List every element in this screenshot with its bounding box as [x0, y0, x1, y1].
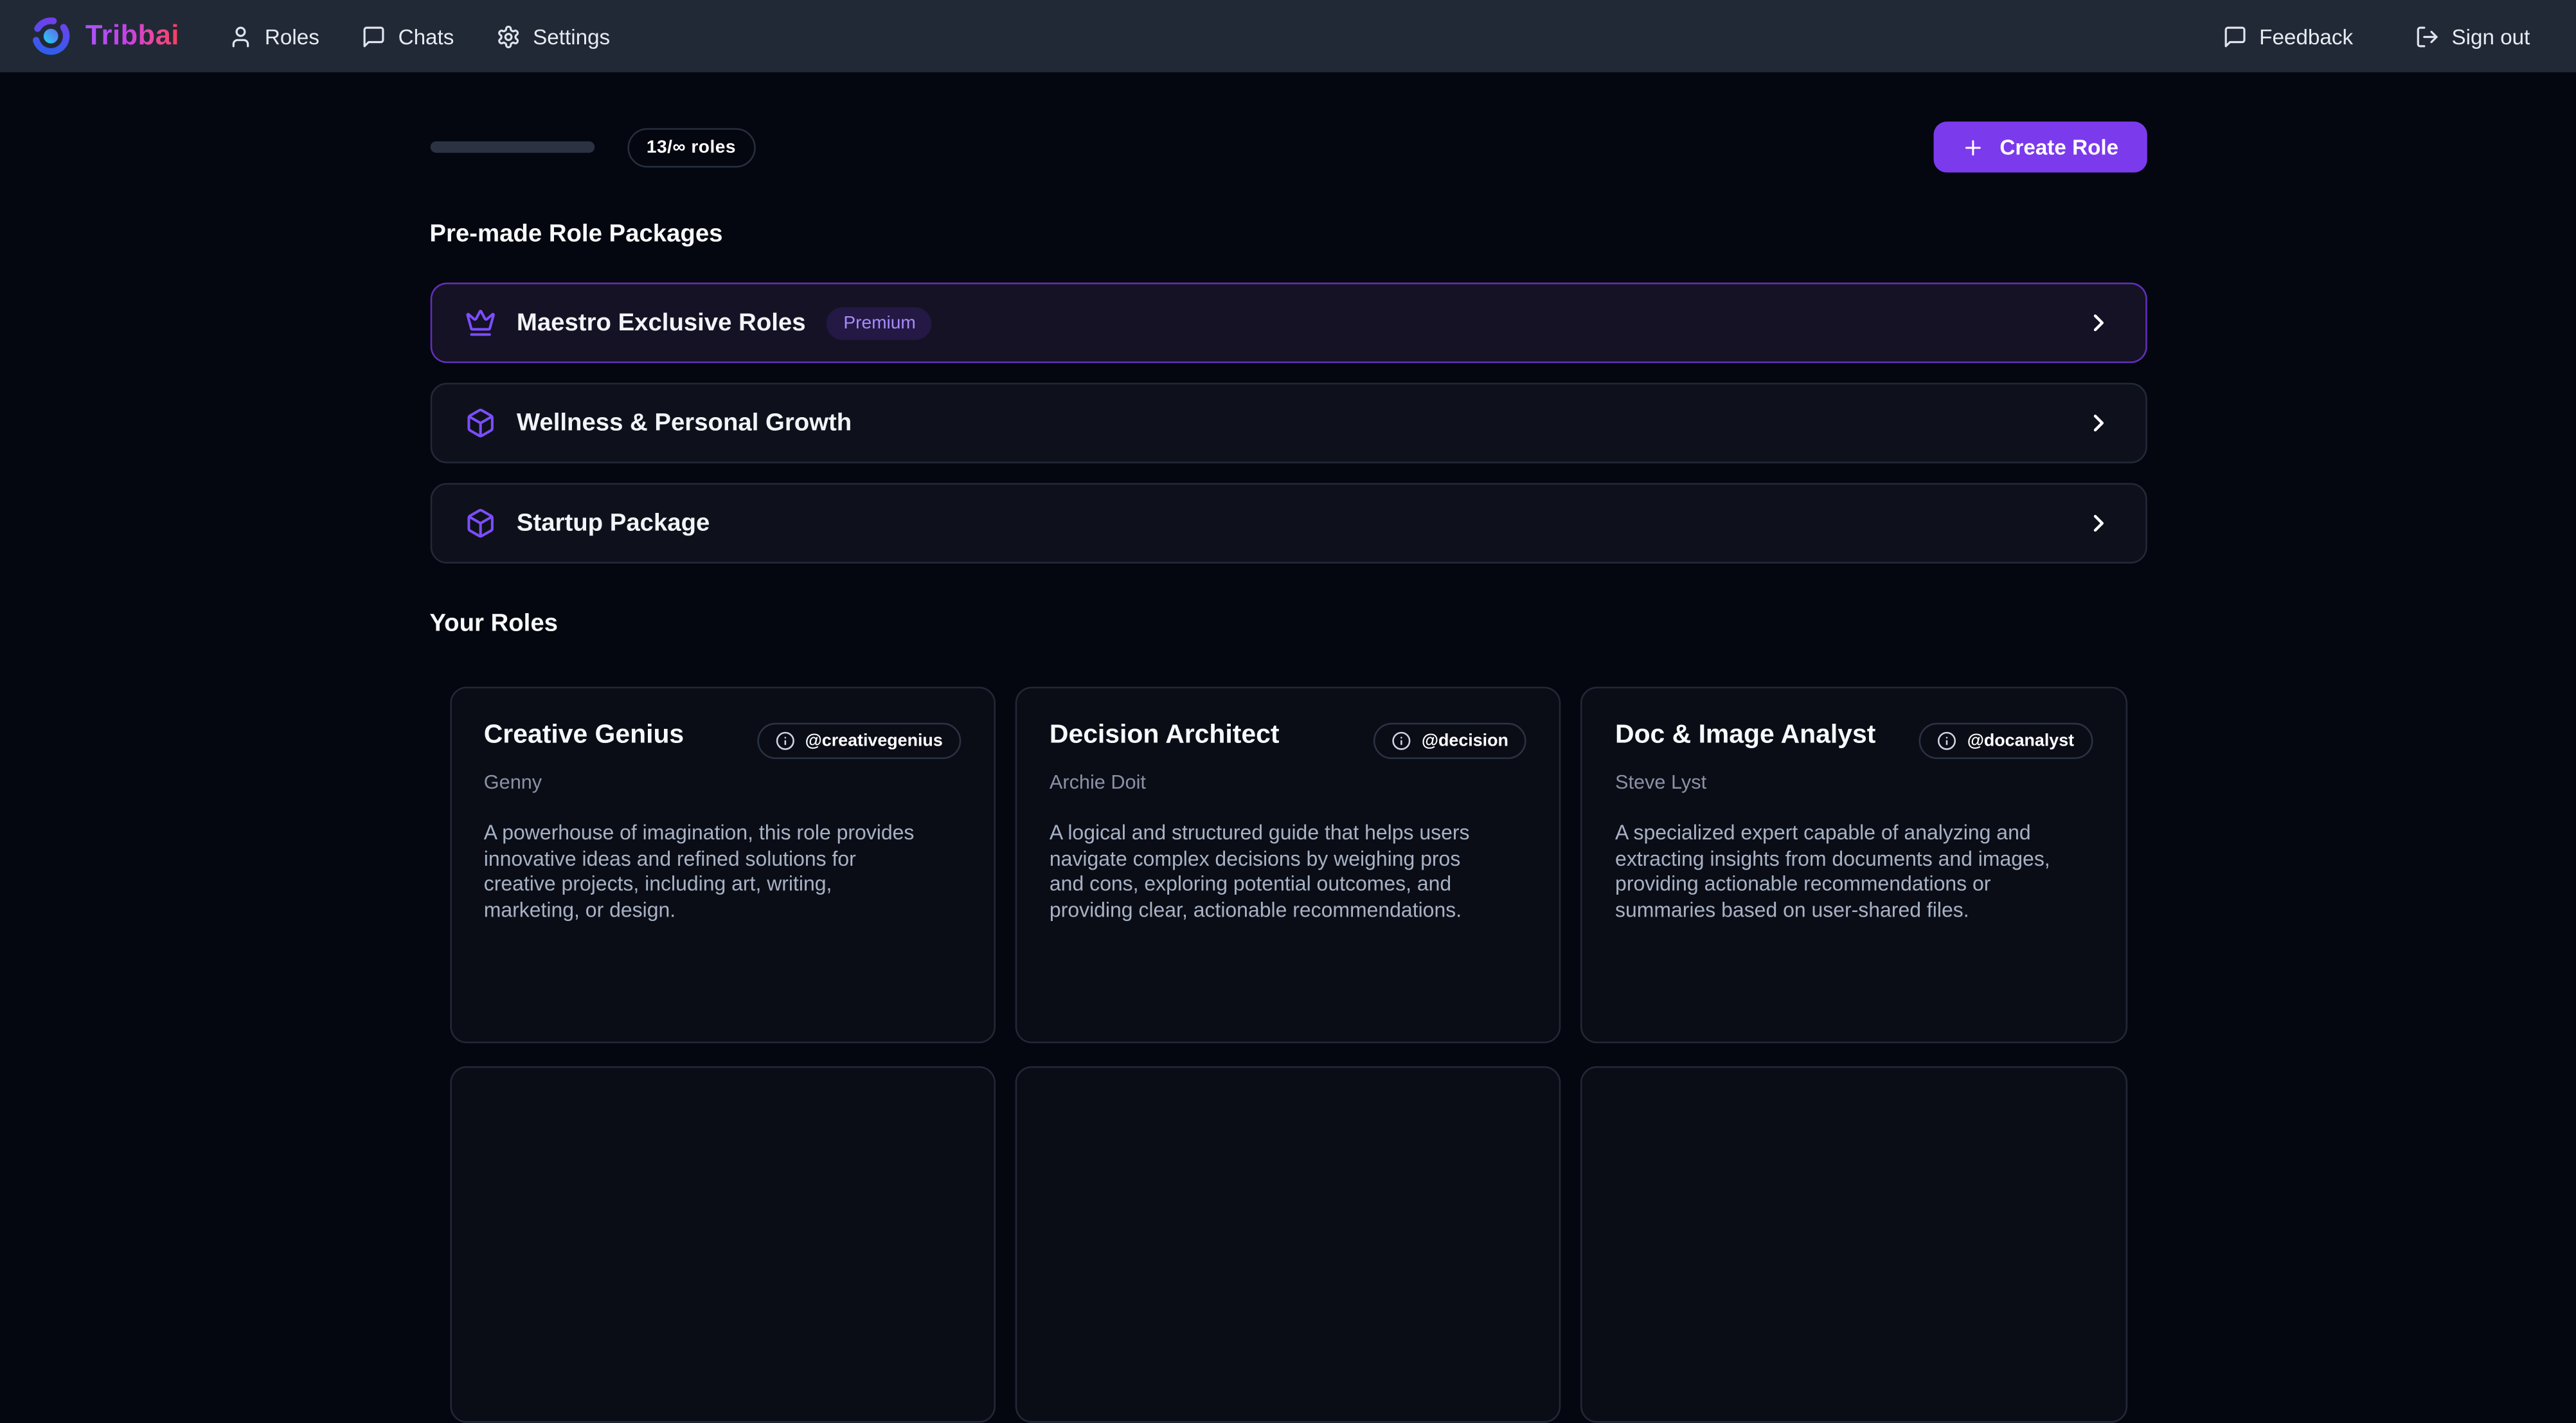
role-subtitle: Steve Lyst: [1615, 771, 2092, 794]
package-list: Maestro Exclusive Roles Premium Wellness…: [429, 283, 2146, 564]
chevron-right-icon: [2084, 309, 2111, 337]
role-card-creative-genius[interactable]: Creative Genius @creativegenius Genny A …: [449, 686, 995, 1043]
role-handle: @decision: [1422, 731, 1508, 751]
sign-out-button[interactable]: Sign out: [2415, 24, 2530, 48]
package-icon: [464, 407, 496, 439]
chat-icon: [362, 24, 386, 48]
info-icon: [1938, 731, 1958, 751]
role-handle: @docanalyst: [1967, 731, 2074, 751]
package-name: Maestro Exclusive Roles: [517, 309, 806, 337]
role-card-partial[interactable]: [449, 1066, 995, 1423]
nav-item-label: Chats: [398, 24, 454, 48]
tribbai-logo-icon: [30, 15, 72, 57]
feedback-label: Feedback: [2259, 24, 2353, 48]
feedback-button[interactable]: Feedback: [2223, 24, 2353, 48]
role-subtitle: Archie Doit: [1050, 771, 1526, 794]
role-card-doc-image-analyst[interactable]: Doc & Image Analyst @docanalyst Steve Ly…: [1580, 686, 2127, 1043]
nav-item-label: Roles: [265, 24, 319, 48]
create-role-label: Create Role: [1999, 135, 2118, 159]
card-header: Creative Genius @creativegenius: [484, 721, 961, 759]
chat-icon: [2223, 24, 2248, 48]
packages-section-title: Pre-made Role Packages: [429, 220, 2146, 248]
nav-item-chats[interactable]: Chats: [362, 24, 454, 48]
card-header: Doc & Image Analyst @docanalyst: [1615, 721, 2092, 759]
create-role-button[interactable]: Create Role: [1934, 121, 2146, 172]
role-cards-grid: Creative Genius @creativegenius Genny A …: [429, 686, 2146, 1422]
role-handle: @creativegenius: [805, 731, 943, 751]
crown-icon: [464, 307, 496, 339]
brand-name: Tribbai: [85, 20, 179, 53]
package-name: Startup Package: [517, 509, 710, 537]
plus-icon: [1962, 136, 1985, 159]
role-handle-badge[interactable]: @creativegenius: [757, 723, 960, 759]
sign-out-label: Sign out: [2451, 24, 2530, 48]
your-roles-section-title: Your Roles: [429, 609, 2146, 637]
role-card-partial[interactable]: [1015, 1066, 1561, 1423]
roles-count-badge: 13/∞ roles: [627, 127, 756, 166]
chevron-right-icon: [2084, 509, 2111, 537]
package-name: Wellness & Personal Growth: [517, 409, 852, 436]
nav-item-roles[interactable]: Roles: [229, 24, 319, 48]
primary-nav: Roles Chats Settings: [229, 24, 611, 48]
role-card-partial[interactable]: [1580, 1066, 2127, 1423]
user-icon: [229, 24, 253, 48]
card-header: Decision Architect @decision: [1050, 721, 1526, 759]
navbar-right: Feedback Sign out: [2223, 24, 2546, 48]
chevron-right-icon: [2084, 409, 2111, 436]
package-row-maestro[interactable]: Maestro Exclusive Roles Premium: [429, 283, 2146, 363]
gear-icon: [497, 24, 521, 48]
package-icon: [464, 508, 496, 539]
role-handle-badge[interactable]: @decision: [1374, 723, 1526, 759]
role-title: Creative Genius: [484, 721, 684, 751]
role-title: Decision Architect: [1050, 721, 1280, 751]
role-handle-badge[interactable]: @docanalyst: [1920, 723, 2093, 759]
top-navbar: Tribbai Roles Chats Settings: [0, 0, 2576, 72]
role-description: A logical and structured guide that help…: [1050, 821, 1489, 924]
role-description: A powerhouse of imagination, this role p…: [484, 821, 923, 924]
role-card-decision-architect[interactable]: Decision Architect @decision Archie Doit…: [1015, 686, 1561, 1043]
role-description: A specialized expert capable of analyzin…: [1615, 821, 2054, 924]
package-row-startup[interactable]: Startup Package: [429, 483, 2146, 563]
brand-logo[interactable]: Tribbai: [30, 15, 179, 57]
premium-badge: Premium: [827, 307, 933, 339]
role-subtitle: Genny: [484, 771, 961, 794]
main-content: 13/∞ roles Create Role Pre-made Role Pac…: [429, 121, 2146, 1422]
nav-item-settings[interactable]: Settings: [497, 24, 610, 48]
role-title: Doc & Image Analyst: [1615, 721, 1875, 751]
roles-usage-progress-bar: [429, 141, 594, 153]
info-icon: [776, 731, 796, 751]
roles-toolbar: 13/∞ roles Create Role: [429, 121, 2146, 172]
info-icon: [1392, 731, 1412, 751]
nav-item-label: Settings: [533, 24, 610, 48]
app-window: Tribbai Roles Chats Settings: [0, 0, 2576, 1053]
logout-icon: [2415, 24, 2440, 48]
package-row-wellness[interactable]: Wellness & Personal Growth: [429, 383, 2146, 463]
